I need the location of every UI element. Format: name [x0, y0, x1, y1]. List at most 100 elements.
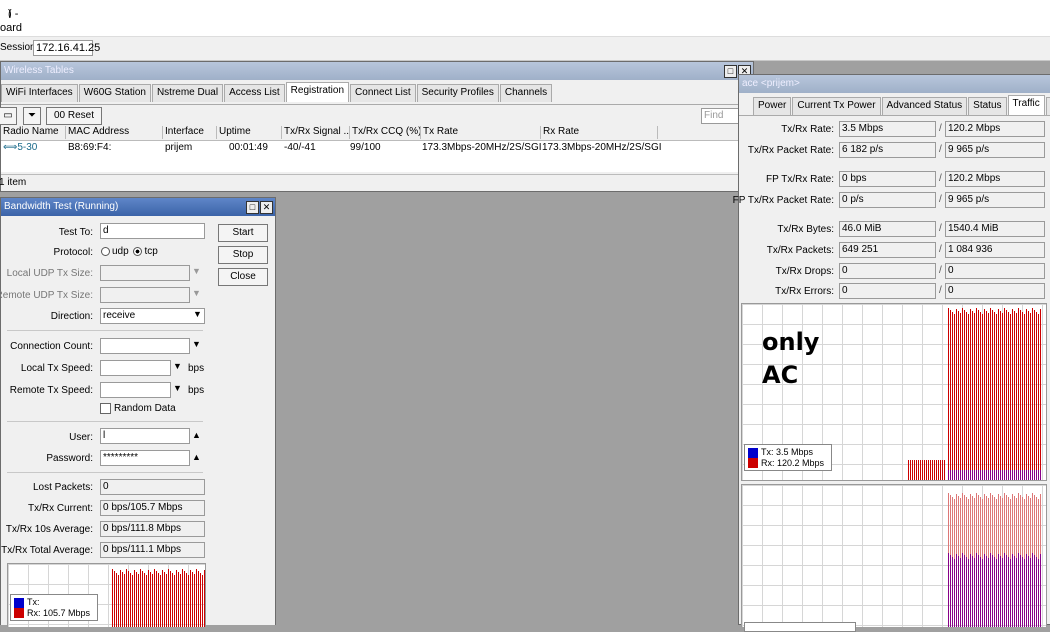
tab-channels[interactable]: Channels: [499, 84, 553, 102]
dropdown-icon[interactable]: ▼: [173, 361, 182, 371]
direction-select[interactable]: receive: [100, 308, 205, 324]
close-icon[interactable]: ✕: [260, 201, 273, 214]
column-radio-name[interactable]: Radio Name: [1, 126, 66, 139]
session-field[interactable]: 172.16.41.25: [33, 40, 100, 56]
minus-icon[interactable]: ▭: [0, 107, 17, 125]
tab-access-list[interactable]: Access List: [224, 84, 285, 102]
maximize-icon[interactable]: □: [724, 65, 737, 78]
tab-security-profiles[interactable]: Security Profiles: [416, 84, 499, 102]
rx-bar: [146, 575, 147, 627]
tcp-radio[interactable]: tcp: [131, 246, 158, 257]
rx-bar: [930, 460, 931, 480]
rx-bar: [148, 570, 149, 627]
tx-packet-bar: [978, 555, 979, 627]
tx-packet-bar: [976, 553, 977, 627]
reset-button[interactable]: 00 Reset: [46, 107, 102, 125]
tab-current-tx-power[interactable]: Current Tx Power: [792, 97, 881, 115]
local-tx-speed-label: Local Tx Speed:: [20, 363, 93, 374]
wireless-tables-titlebar[interactable]: Wireless Tables □ ✕: [1, 62, 753, 80]
rx-bar: [990, 308, 991, 480]
rx-bar: [988, 313, 989, 480]
select-arrow-icon[interactable]: ▼: [193, 309, 202, 319]
tx-packet-bar: [964, 555, 965, 627]
stat-label: Tx/Rx Drops:: [775, 266, 834, 277]
random-data-label: Random Data: [114, 403, 176, 414]
stat-tx-value: 46.0 MiB: [839, 221, 936, 237]
column-interface[interactable]: Interface: [163, 126, 217, 139]
udp-radio[interactable]: udp: [99, 246, 129, 257]
local-tx-speed-field[interactable]: [100, 360, 171, 376]
tab-registration[interactable]: Registration: [285, 82, 350, 102]
rx-bar: [950, 310, 951, 480]
rx-bar: [1010, 314, 1011, 480]
test-to-field[interactable]: d: [100, 223, 205, 239]
reset-label: Reset: [67, 110, 95, 121]
remote-udp-tx-size-field[interactable]: [100, 287, 190, 303]
dropdown-icon[interactable]: ▼: [192, 266, 201, 276]
tx-bar: [970, 470, 971, 480]
tx-packet-bar: [980, 557, 981, 627]
rx-bar: [924, 460, 925, 480]
user-field[interactable]: l: [100, 428, 190, 444]
filter-icon[interactable]: ⏷: [23, 107, 41, 125]
rx-bar: [1030, 313, 1031, 480]
rx-bar: [1014, 311, 1015, 480]
tab-power[interactable]: Power: [753, 97, 792, 115]
random-data-checkbox[interactable]: [100, 403, 111, 414]
table-row[interactable]: ⟺5-30 B8:69:F4: prijem 00:01:49 -40/-41 …: [1, 141, 753, 155]
column-mac-address[interactable]: MAC Address: [66, 126, 163, 139]
rx-bar: [150, 572, 151, 627]
menu-dashboard[interactable]: oard: [0, 22, 22, 34]
tcp-label: tcp: [144, 246, 158, 257]
tab-wifi-interfaces[interactable]: WiFi Interfaces: [1, 84, 78, 102]
rx-bar: [1034, 310, 1035, 480]
column-signal[interactable]: Tx/Rx Signal ...: [282, 126, 350, 139]
rx-bar: [992, 310, 993, 480]
rx-bar: [920, 460, 921, 480]
connection-count-field[interactable]: [100, 338, 190, 354]
password-field[interactable]: *********: [100, 450, 190, 466]
collapse-icon[interactable]: ▲: [192, 430, 201, 440]
tx-bar: [996, 470, 997, 480]
dropdown-icon[interactable]: ▼: [192, 288, 201, 298]
rx-bar: [934, 460, 935, 480]
dropdown-icon[interactable]: ▼: [173, 383, 182, 393]
tab-[interactable]: ...: [1045, 97, 1050, 115]
column-uptime[interactable]: Uptime: [217, 126, 282, 139]
radio-name-value: 5-30: [17, 142, 38, 153]
legend-tx-label: Tx:: [27, 597, 40, 607]
tab-divider: [739, 115, 1050, 116]
slash-separator: /: [939, 194, 942, 205]
maximize-icon[interactable]: □: [246, 201, 259, 214]
close-button[interactable]: Close: [218, 268, 268, 286]
app-titlebar: ( ) - WinBox v6.44.2 on DISC Lite5 ac (a…: [0, 0, 1050, 104]
remote-tx-speed-field[interactable]: [100, 382, 171, 398]
rx-bar: [176, 570, 177, 627]
rx-bar: [986, 311, 987, 480]
tx-bar: [964, 470, 965, 480]
tx-bar: [950, 470, 951, 480]
column-tx-rate[interactable]: Tx Rate: [421, 126, 541, 139]
interface-window: ace <prijem> Power Current Tx Power Advanc…: [733, 74, 1050, 632]
tab-status[interactable]: Status: [968, 97, 1007, 115]
tab-nstreme-dual[interactable]: Nstreme Dual: [151, 84, 224, 102]
dropdown-icon[interactable]: ▼: [192, 339, 201, 349]
start-button[interactable]: Start: [218, 224, 268, 242]
rx-bar: [922, 460, 923, 480]
stat-label: Tx/Rx Errors:: [775, 286, 834, 297]
tab-traffic[interactable]: Traffic: [1007, 95, 1045, 115]
tab-connect-list[interactable]: Connect List: [350, 84, 416, 102]
column-rx-rate[interactable]: Rx Rate: [541, 126, 658, 139]
column-ccq[interactable]: Tx/Rx CCQ (%): [350, 126, 421, 139]
interface-titlebar[interactable]: ace <prijem>: [739, 75, 1050, 93]
stop-button[interactable]: Stop: [218, 246, 268, 264]
tx-packet-bar: [982, 559, 983, 627]
local-udp-tx-size-field[interactable]: [100, 265, 190, 281]
stat-rx-value: 1540.4 MiB: [945, 221, 1045, 237]
bandwidth-graph-legend: Tx: Rx: 105.7 Mbps: [10, 594, 98, 622]
tab-advanced-status[interactable]: Advanced Status: [881, 97, 968, 115]
bandwidth-test-titlebar[interactable]: Bandwidth Test (Running) □ ✕: [1, 198, 275, 216]
tx-packet-bar: [1040, 554, 1041, 627]
collapse-icon[interactable]: ▲: [192, 452, 201, 462]
tab-w60g-station[interactable]: W60G Station: [78, 84, 151, 102]
